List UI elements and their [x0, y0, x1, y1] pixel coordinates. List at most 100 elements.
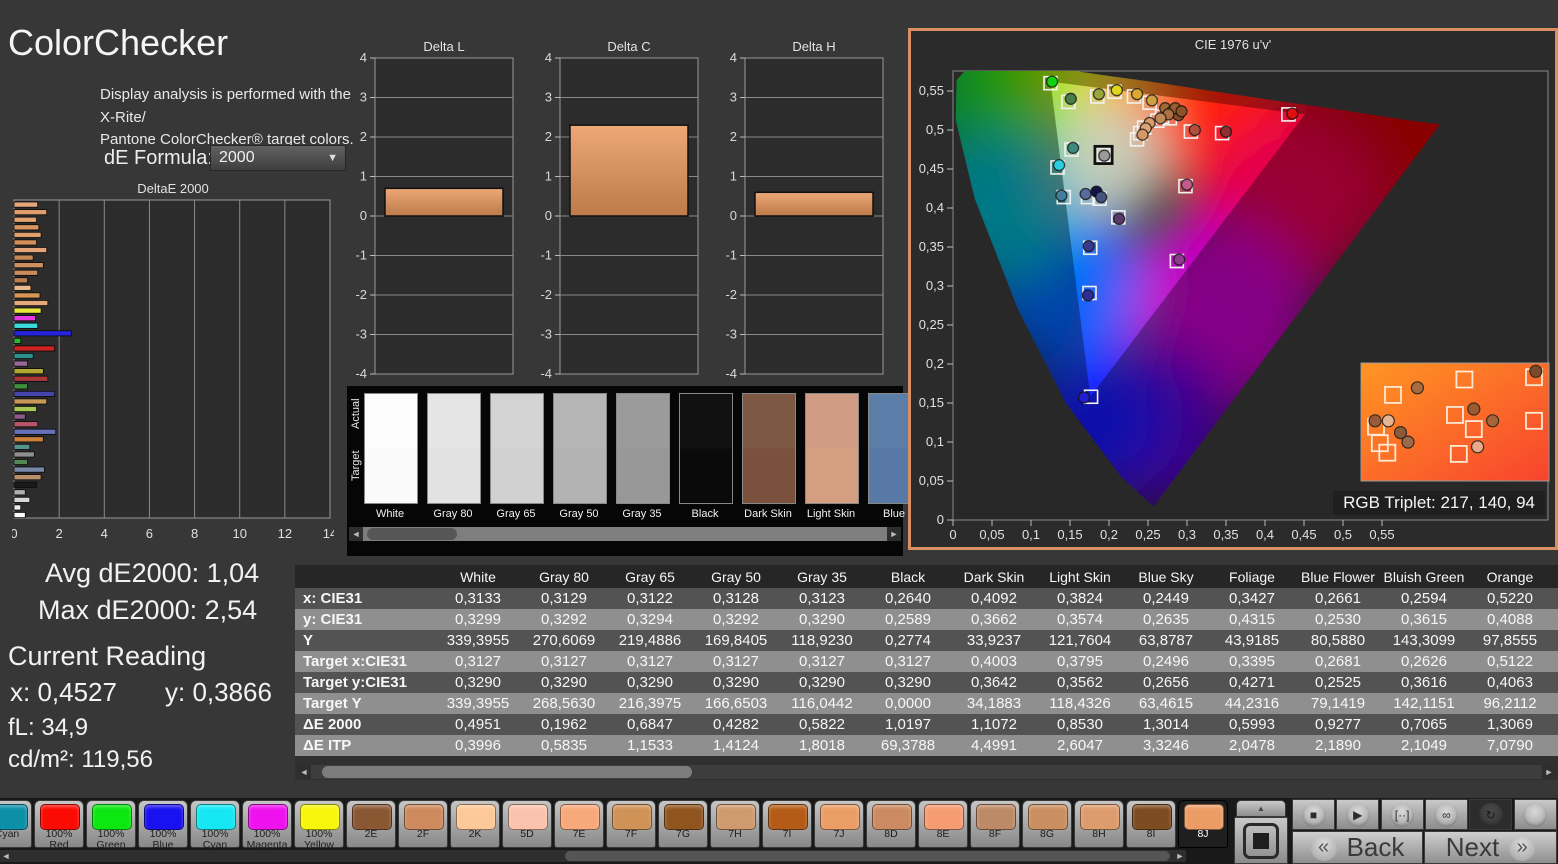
patch-button-100-magenta[interactable]: 100% Magenta: [242, 800, 292, 850]
patch-button-100-yellow[interactable]: 100% Yellow: [294, 800, 344, 850]
swatch-panel-scrollbar[interactable]: ◄ ►: [349, 527, 901, 541]
next-button[interactable]: Next »: [1424, 831, 1557, 864]
table-cell: 0,4088: [1467, 609, 1553, 630]
patch-button-100-cyan[interactable]: 100% Cyan: [190, 800, 240, 850]
pattern-window-button[interactable]: [1234, 817, 1288, 864]
patch-button-7e[interactable]: 7E: [554, 800, 604, 848]
table-scrollbar-thumb[interactable]: [322, 766, 692, 778]
patch-button-8i[interactable]: 8I: [1126, 800, 1176, 848]
svg-text:4: 4: [360, 50, 367, 65]
patch-swatch-label: Gray 80: [433, 508, 473, 520]
patch-button-2e[interactable]: 2E: [346, 800, 396, 848]
table-cell: 0,3662: [951, 609, 1037, 630]
patch-button-8j[interactable]: 8J: [1178, 800, 1228, 848]
blank-button[interactable]: [1513, 799, 1557, 830]
svg-text:-3: -3: [540, 327, 552, 342]
refresh-icon: ↻: [1478, 802, 1503, 827]
play-button[interactable]: ▶: [1336, 799, 1380, 830]
patch-button-8f[interactable]: 8F: [970, 800, 1020, 848]
toolbar-scrollbar[interactable]: ◄ ►: [0, 850, 1186, 862]
table-scrollbar[interactable]: ◄ ►: [297, 765, 1556, 779]
toolbar-scroll-right-icon[interactable]: ►: [1174, 850, 1186, 862]
scroll-left-icon[interactable]: ◄: [349, 527, 363, 541]
table-cell: 0,2635: [1123, 609, 1209, 630]
loop-button[interactable]: ∞: [1424, 799, 1468, 830]
svg-text:-2: -2: [355, 287, 367, 302]
patch-button-5d[interactable]: 5D: [502, 800, 552, 848]
patch-button-7i[interactable]: 7I: [762, 800, 812, 848]
table-scroll-right-icon[interactable]: ►: [1542, 765, 1556, 779]
table-cell: 0,1962: [521, 714, 607, 735]
patch-button-100-green[interactable]: 100% Green: [86, 800, 136, 850]
patch-button-100-blue[interactable]: 100% Blue: [138, 800, 188, 850]
back-button[interactable]: « Back: [1292, 831, 1423, 864]
avg-de2000: Avg dE2000: 1,04: [45, 558, 260, 588]
patch-button-8g[interactable]: 8G: [1022, 800, 1072, 848]
patch-swatch-light-skin[interactable]: [805, 393, 859, 504]
patch-button-cyan[interactable]: Cyan: [0, 800, 32, 848]
table-cell: 0,2774: [865, 630, 951, 651]
scroll-right-icon[interactable]: ►: [887, 527, 901, 541]
table-cell: 0,3574: [1037, 609, 1123, 630]
table-cell: 97,8555: [1467, 630, 1553, 651]
table-cell: 2,1049: [1381, 735, 1467, 756]
de-formula-dropdown[interactable]: 2000 ▼: [210, 145, 346, 171]
refresh-button[interactable]: ↻: [1469, 799, 1513, 830]
patch-swatch-black[interactable]: [679, 393, 733, 504]
deltae-2000-chart: 0 2 4 6 8 10 12 14: [10, 196, 337, 553]
patch-button-7f[interactable]: 7F: [606, 800, 656, 848]
table-cell: 0,3123: [779, 588, 865, 609]
toolbar-scroll-left-icon[interactable]: ◄: [0, 850, 12, 862]
patch-button-7j[interactable]: 7J: [814, 800, 864, 848]
table-col-header: Gray 65: [607, 565, 693, 588]
table-scroll-left-icon[interactable]: ◄: [297, 765, 311, 779]
stop-button[interactable]: ■: [1292, 799, 1335, 830]
cie-actual-point: [1082, 240, 1095, 253]
scrollbar-thumb[interactable]: [367, 528, 457, 540]
cie-1976-panel: CIE 1976 u'v' 0 0,05 0,1 0,15 0,2 0,25 0,3 0,35…: [908, 28, 1558, 550]
de-formula-label: dE Formula:: [104, 147, 213, 169]
patch-color-swatch: [924, 804, 964, 830]
table-cell: 0,2496: [1123, 651, 1209, 672]
table-col-header: Purpl: [1553, 565, 1558, 588]
toolbar-scrollbar-thumb[interactable]: [565, 851, 1170, 861]
patch-button-2f[interactable]: 2F: [398, 800, 448, 848]
table-col-header: Orange: [1467, 565, 1553, 588]
patch-button-100-red[interactable]: 100% Red: [34, 800, 84, 850]
patch-swatch-gray-65[interactable]: [490, 393, 544, 504]
table-cell: 0,3294: [607, 609, 693, 630]
patch-color-swatch: [1028, 804, 1068, 830]
patch-swatch-gray-80[interactable]: [427, 393, 481, 504]
table-cell: 270,6069: [521, 630, 607, 651]
table-row: Y 339,3955 270,6069 219,4886 169,8405 118,923…: [295, 630, 1558, 651]
patch-button-label: 2E: [364, 828, 378, 840]
range-button[interactable]: [··]: [1380, 799, 1424, 830]
patch-swatch-white[interactable]: [364, 393, 418, 504]
svg-text:0: 0: [360, 208, 367, 223]
svg-text:8: 8: [191, 526, 198, 541]
patch-button-2k[interactable]: 2K: [450, 800, 500, 848]
table-row: Target x:CIE31 0,3127 0,3127 0,3127 0,3127 0,…: [295, 651, 1558, 672]
table-cell: 96,2112: [1467, 693, 1553, 714]
table-row: ΔE ITP 0,3996 0,5835 1,1533 1,4124 1,8018 69,3…: [295, 735, 1558, 756]
svg-text:0,15: 0,15: [919, 395, 944, 410]
patch-button-7g[interactable]: 7G: [658, 800, 708, 848]
table-cell: 0,3427: [1209, 588, 1295, 609]
patch-button-7h[interactable]: 7H: [710, 800, 760, 848]
patch-button-8e[interactable]: 8E: [918, 800, 968, 848]
table-col-header: Black: [865, 565, 951, 588]
deltaH-chart-plot: Delta H -4 -3 -2 -1 0 1 2 3 4: [725, 39, 884, 381]
rgb-triplet-label: RGB Triplet: 217, 140, 94: [1333, 491, 1545, 515]
target-row-label: Target: [350, 450, 362, 481]
description-line1: Display analysis is performed with the X…: [100, 86, 351, 126]
patch-swatch-dark-skin[interactable]: [742, 393, 796, 504]
patch-button-8h[interactable]: 8H: [1074, 800, 1124, 848]
toolbar-expand-button[interactable]: ▲: [1236, 800, 1286, 817]
cie-actual-point: [1045, 75, 1059, 88]
patch-button-8d[interactable]: 8D: [866, 800, 916, 848]
table-row-label: ΔE ITP: [295, 735, 435, 756]
cie-actual-point: [1077, 391, 1091, 404]
svg-text:0,05: 0,05: [979, 527, 1004, 542]
patch-swatch-gray-35[interactable]: [616, 393, 670, 504]
patch-swatch-gray-50[interactable]: [553, 393, 607, 504]
